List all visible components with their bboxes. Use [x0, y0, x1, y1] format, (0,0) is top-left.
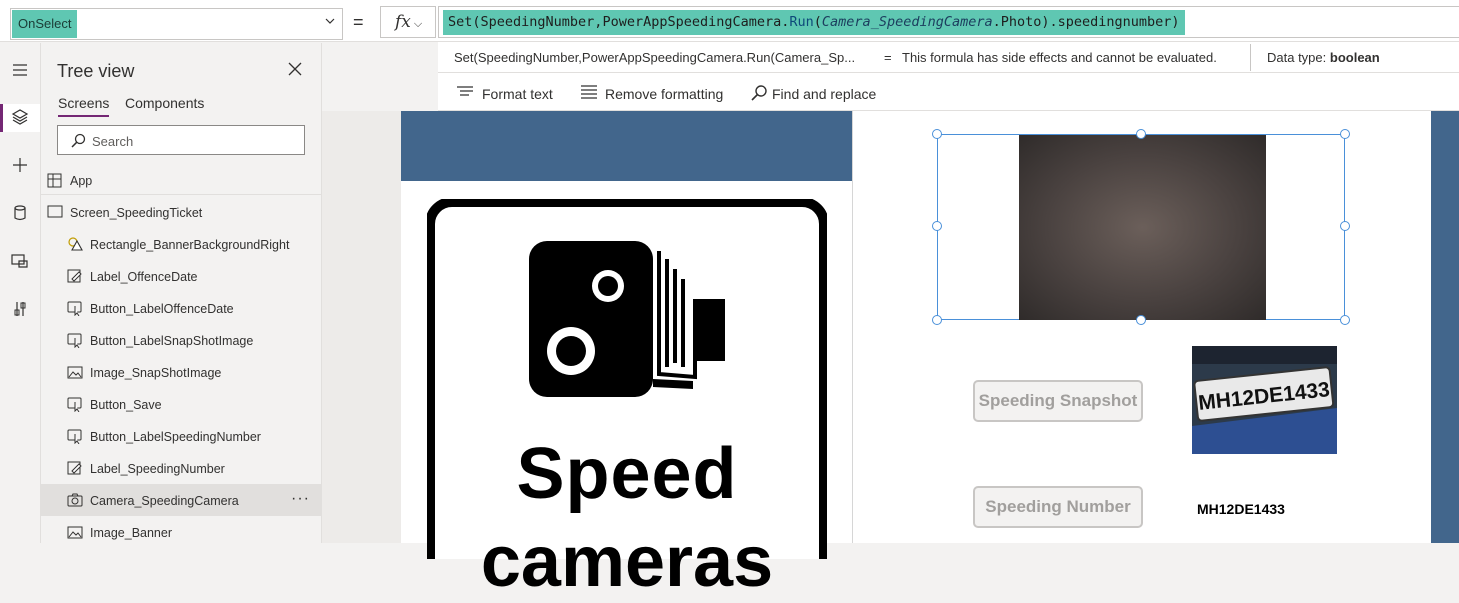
speeding-number-label: MH12DE1433: [1197, 501, 1285, 517]
fx-icon: fx: [395, 12, 411, 32]
panel-title: Tree view: [57, 61, 135, 81]
chevron-down-icon: [324, 15, 336, 30]
sign-text-2: cameras: [480, 522, 774, 602]
search-icon: [71, 133, 86, 148]
property-dropdown[interactable]: OnSelect: [10, 8, 343, 40]
left-rail: [0, 43, 41, 543]
chevron-down-icon: ⌵: [413, 18, 423, 30]
tree-item-label: Image_Banner: [90, 526, 173, 540]
property-name: OnSelect: [12, 10, 78, 38]
evaluation-message: This formula has side effects and cannot…: [902, 50, 1217, 65]
tree-item[interactable]: Label_SpeedingNumber: [41, 452, 321, 484]
tab-screens[interactable]: Screens: [58, 95, 110, 117]
divider: [1250, 44, 1251, 71]
tree-view-panel: Tree view Screens Components App Screen_…: [41, 43, 322, 543]
sign-text: Speed: [516, 434, 738, 514]
tree-item[interactable]: Camera_SpeedingCamera ···: [41, 484, 321, 516]
tree-item-label: Button_Save: [90, 398, 162, 412]
tree-item[interactable]: Rectangle_BannerBackgroundRight: [41, 228, 321, 260]
app-icon: [47, 173, 62, 188]
tree-item-label: Rectangle_BannerBackgroundRight: [90, 238, 290, 252]
resize-handle[interactable]: [1340, 221, 1350, 231]
banner-background-right[interactable]: [1431, 111, 1459, 543]
search-input[interactable]: [92, 131, 292, 151]
media-icon[interactable]: [7, 249, 33, 273]
resize-handle[interactable]: [932, 315, 942, 325]
tree-item[interactable]: Image_Banner: [41, 516, 321, 548]
tree-item-app[interactable]: App: [41, 164, 321, 196]
speeding-number-button[interactable]: Speeding Number: [973, 486, 1143, 528]
close-icon[interactable]: [287, 61, 303, 77]
more-options-icon[interactable]: ···: [291, 490, 310, 508]
snapshot-image[interactable]: MH12DE1433: [1192, 346, 1337, 454]
tree-item[interactable]: Button_Save: [41, 388, 321, 420]
resize-handle[interactable]: [1340, 315, 1350, 325]
tree-item[interactable]: Button_LabelSnapShotImage: [41, 324, 321, 356]
insert-icon[interactable]: [7, 153, 33, 177]
data-icon[interactable]: [7, 201, 33, 225]
data-type-value: boolean: [1329, 50, 1380, 65]
format-toolbar: Format text Remove formatting Find and r…: [438, 73, 1459, 111]
license-plate-photo: MH12DE1433: [1192, 346, 1337, 454]
tree-item[interactable]: Image_SnapShotImage: [41, 356, 321, 388]
speeding-snapshot-button[interactable]: Speeding Snapshot: [973, 380, 1143, 422]
advanced-tools-icon[interactable]: [7, 297, 33, 321]
resize-handle[interactable]: [932, 129, 942, 139]
camera-feed: [1019, 135, 1266, 320]
tree-item-label: Image_SnapShotImage: [90, 366, 222, 380]
divider: [41, 194, 321, 195]
tree-item-label: Label_SpeedingNumber: [90, 462, 225, 476]
tree-item[interactable]: Button_LabelOffenceDate: [41, 292, 321, 324]
tree-item-label: Label_OffenceDate: [90, 270, 198, 284]
evaluated-expression: Set(SpeedingNumber,PowerAppSpeedingCamer…: [454, 50, 856, 65]
speed-camera-sign-image[interactable]: Speed cameras: [425, 197, 829, 603]
formula-input[interactable]: Set(SpeedingNumber,PowerAppSpeedingCamer…: [438, 6, 1459, 38]
divider: [852, 111, 853, 543]
tree-item-screen[interactable]: Screen_SpeedingTicket: [41, 196, 321, 228]
equals-sign: =: [353, 12, 364, 32]
tree-item[interactable]: Label_OffenceDate: [41, 260, 321, 292]
camera-control[interactable]: [932, 129, 1350, 325]
resize-handle[interactable]: [1136, 129, 1146, 139]
resize-handle[interactable]: [932, 221, 942, 231]
tree-item-label: Button_LabelOffenceDate: [90, 302, 234, 316]
search-icon: [751, 85, 767, 101]
data-type: Data type: boolean: [1267, 50, 1380, 65]
format-text-icon: [457, 86, 473, 96]
evaluation-equals: =: [884, 50, 892, 65]
formula-evaluation-bar: Set(SpeedingNumber,PowerAppSpeedingCamer…: [438, 42, 1459, 73]
app-screen: Speed cameras Speeding Snapshot Speeding…: [401, 111, 1459, 603]
tab-components[interactable]: Components: [125, 95, 204, 115]
formula-bar: OnSelect = fx ⌵ Set(SpeedingNumber,PowerA…: [0, 0, 1459, 42]
fx-button[interactable]: fx ⌵: [380, 6, 436, 38]
tree-item[interactable]: Button_LabelSpeedingNumber: [41, 420, 321, 452]
design-canvas: Speed cameras Speeding Snapshot Speeding…: [322, 111, 1459, 603]
tree-item-label: Camera_SpeedingCamera: [90, 494, 239, 508]
tree-item-label: Button_LabelSnapShotImage: [90, 334, 254, 348]
formula-text: Set(SpeedingNumber,PowerAppSpeedingCamer…: [443, 10, 1185, 35]
resize-handle[interactable]: [1136, 315, 1146, 325]
remove-formatting-icon: [581, 85, 597, 99]
search-box[interactable]: [57, 125, 305, 155]
screen-icon: [47, 205, 63, 218]
hamburger-menu-icon[interactable]: [7, 58, 33, 82]
tree-item-label: Button_LabelSpeedingNumber: [90, 430, 261, 444]
banner-rectangle[interactable]: [401, 111, 852, 181]
resize-handle[interactable]: [1340, 129, 1350, 139]
tree-view-icon[interactable]: [0, 104, 40, 132]
